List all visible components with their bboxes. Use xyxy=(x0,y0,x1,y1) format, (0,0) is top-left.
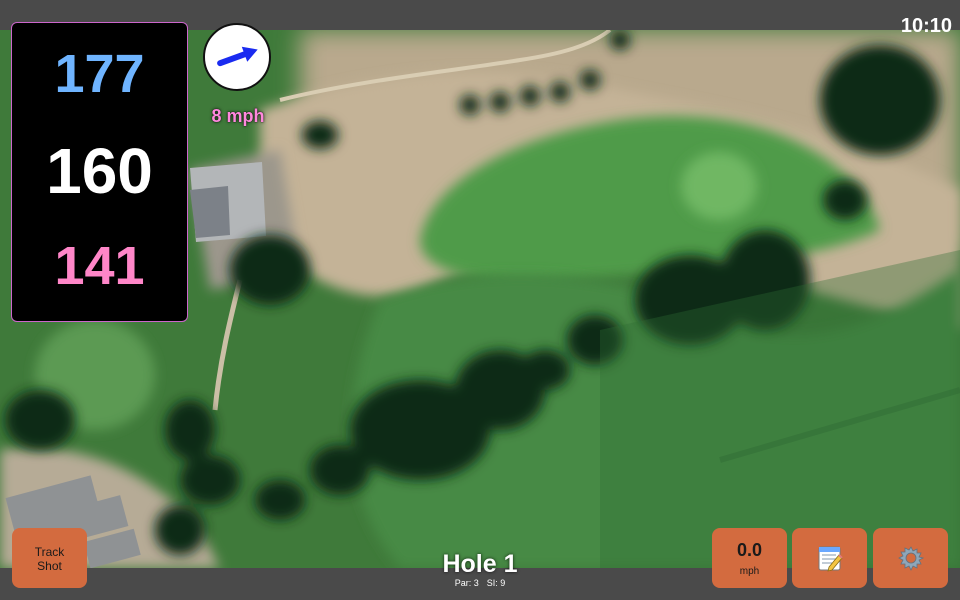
wind-speed-label: 8 mph xyxy=(211,106,265,126)
notes-button[interactable] xyxy=(792,528,867,588)
golf-gps-app: 10:10 177 160 141 8 mph Track Shot 0.0 m… xyxy=(0,0,960,600)
track-shot-label-line1: Track xyxy=(34,545,65,559)
hole-par: Par: 3 xyxy=(454,578,479,588)
distance-front: 141 xyxy=(54,236,145,296)
speed-value: 0.0 xyxy=(736,540,763,560)
track-shot-label-line2: Shot xyxy=(37,559,62,573)
hole-meta: Par: 3 SI: 9 xyxy=(380,578,580,588)
clock: 10:10 xyxy=(900,15,952,37)
hole-title: Hole 1 xyxy=(442,550,518,578)
track-shot-button[interactable]: Track Shot xyxy=(12,528,87,588)
speed-unit: mph xyxy=(739,566,760,577)
wind-direction-arrow-icon xyxy=(217,46,258,67)
distance-back: 177 xyxy=(54,44,145,104)
distance-middle: 160 xyxy=(46,135,153,207)
settings-button[interactable] xyxy=(873,528,948,588)
wind-direction-dial xyxy=(203,23,271,91)
distance-panel: 177 160 141 xyxy=(11,22,188,322)
gear-icon xyxy=(897,546,924,571)
speed-readout-button[interactable]: 0.0 mph xyxy=(712,528,787,588)
notepad-icon xyxy=(818,546,843,572)
hole-stroke-index: SI: 9 xyxy=(486,578,506,588)
